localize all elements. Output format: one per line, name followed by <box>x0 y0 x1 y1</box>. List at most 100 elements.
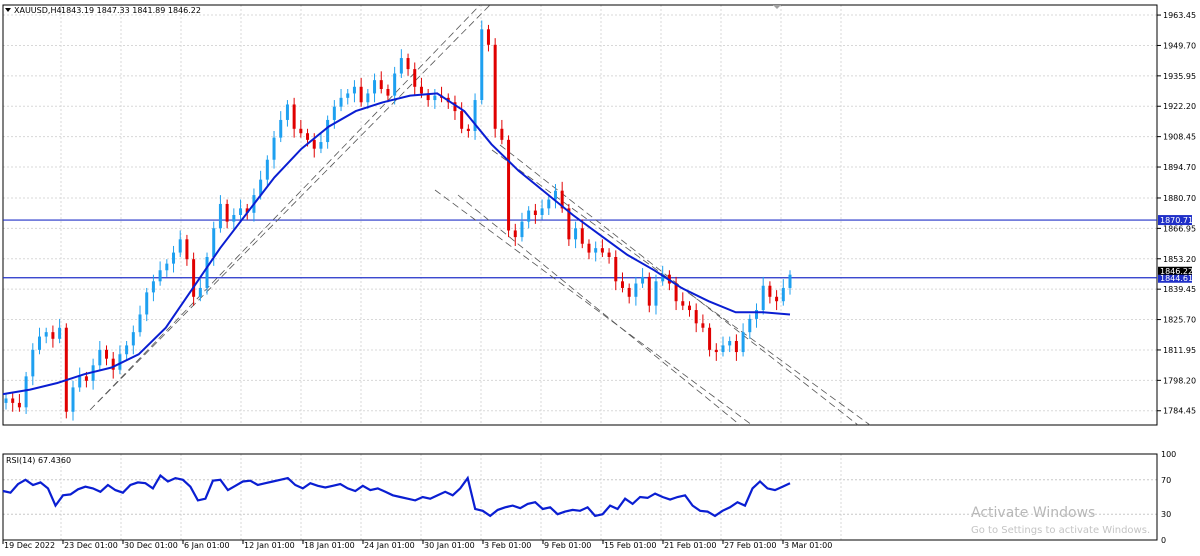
time-tick-label: 27 Feb 01:00 <box>724 541 776 550</box>
candle <box>473 93 477 140</box>
price-tick-label: 1880.70 <box>1163 194 1196 203</box>
symbol-label: XAUUSD,H4 <box>14 6 62 15</box>
price-tick-label: 1811.95 <box>1163 346 1196 355</box>
watermark-title: Activate Windows <box>971 505 1095 521</box>
time-tick-label: 3 Mar 01:00 <box>784 541 832 550</box>
candle <box>781 279 785 306</box>
candle <box>232 208 236 231</box>
candle <box>406 53 410 76</box>
hline-tag-label: 1870.71 <box>1160 216 1193 225</box>
channel-line[interactable] <box>97 4 491 403</box>
candle <box>741 323 745 357</box>
candle <box>285 100 289 127</box>
candle <box>64 323 68 419</box>
candle <box>708 323 712 357</box>
candle <box>500 119 504 145</box>
candle <box>346 89 350 105</box>
candle <box>51 325 55 348</box>
price-tick-label: 1949.70 <box>1163 41 1196 50</box>
candle <box>460 102 464 134</box>
candle <box>158 261 162 286</box>
candle <box>486 24 490 52</box>
candle <box>105 345 109 366</box>
time-tick-label: 3 Feb 01:00 <box>484 541 531 550</box>
candle <box>413 62 417 96</box>
rsi-tick-label: 0 <box>1161 536 1166 545</box>
rsi-tick-label: 70 <box>1161 476 1171 485</box>
candle <box>466 124 470 138</box>
ohlc-label: 1843.19 1847.33 1841.89 1846.22 <box>61 6 201 15</box>
candle <box>399 49 403 78</box>
candle <box>453 95 457 120</box>
price-tick-label: 1798.20 <box>1163 376 1196 385</box>
time-tick-label: 30 Jan 01:00 <box>424 541 475 550</box>
candle <box>761 276 765 315</box>
candle <box>292 97 296 138</box>
candle <box>701 314 705 333</box>
time-tick-label: 23 Dec 01:00 <box>64 541 118 550</box>
candle <box>218 195 222 233</box>
candle <box>71 380 75 421</box>
channel-lines[interactable] <box>89 4 871 426</box>
chart-shift-icon[interactable] <box>773 5 781 9</box>
channel-line[interactable] <box>499 144 859 426</box>
candle <box>614 250 618 291</box>
candle <box>198 279 202 302</box>
candle <box>533 203 537 224</box>
candle <box>326 115 330 149</box>
candle <box>634 276 638 306</box>
candle <box>339 89 343 112</box>
candle <box>520 212 524 242</box>
rsi-axis-labels: 100 70 30 0 <box>1161 450 1176 545</box>
candle <box>587 239 591 260</box>
candle <box>627 283 631 304</box>
candle <box>98 341 102 370</box>
price-axis-labels: 1963.45 1949.70 1935.95 1922.20 1908.45 1894.… <box>1157 11 1196 416</box>
price-tick-label: 1908.45 <box>1163 133 1196 142</box>
candle <box>145 287 149 322</box>
candle <box>24 371 28 414</box>
price-chart[interactable]: Activate Windows Go to Settings to activ… <box>0 0 1200 556</box>
channel-line[interactable] <box>457 194 741 426</box>
watermark-subtitle: Go to Settings to activate Windows. <box>971 525 1150 536</box>
main-panel-frame <box>2 4 1158 426</box>
candle <box>279 111 283 143</box>
time-tick-label: 18 Jan 01:00 <box>304 541 355 550</box>
price-tick-label: 1866.95 <box>1163 224 1196 233</box>
candle <box>681 292 685 311</box>
time-tick-label: 24 Jan 01:00 <box>364 541 415 550</box>
time-tick-label: 6 Jan 01:00 <box>184 541 230 550</box>
symbol-dropdown-icon[interactable] <box>5 8 11 12</box>
price-tick-label: 1894.70 <box>1163 163 1196 172</box>
candle <box>480 20 484 105</box>
candle <box>768 281 772 304</box>
channel-line[interactable] <box>434 189 753 426</box>
candle <box>352 80 356 103</box>
candle <box>493 38 497 138</box>
candle <box>373 73 377 103</box>
candle <box>754 303 758 328</box>
main-grid <box>3 5 1157 540</box>
candle <box>687 301 691 317</box>
candle <box>647 272 651 313</box>
candle <box>265 155 269 187</box>
candle <box>748 314 752 339</box>
candle <box>239 199 243 220</box>
candle <box>138 305 142 337</box>
time-axis-labels: 19 Dec 2022 23 Dec 01:00 30 Dec 01:00 6 Jan… <box>2 540 832 550</box>
candle <box>379 71 383 94</box>
price-tick-label: 1839.45 <box>1163 285 1196 294</box>
candle <box>17 394 21 412</box>
rsi-label: RSI(14) 67.4360 <box>6 456 71 465</box>
candle <box>607 248 611 264</box>
candle <box>205 252 209 295</box>
candle <box>125 341 129 361</box>
candle <box>734 334 738 361</box>
candle <box>714 343 718 361</box>
time-tick-label: 15 Feb 01:00 <box>604 541 656 550</box>
price-tick-label: 1922.20 <box>1163 102 1196 111</box>
price-tick-label: 1853.20 <box>1163 255 1196 264</box>
price-tick-label: 1825.70 <box>1163 316 1196 325</box>
rsi-tick-label: 30 <box>1161 510 1171 519</box>
time-tick-label: 30 Dec 01:00 <box>124 541 178 550</box>
